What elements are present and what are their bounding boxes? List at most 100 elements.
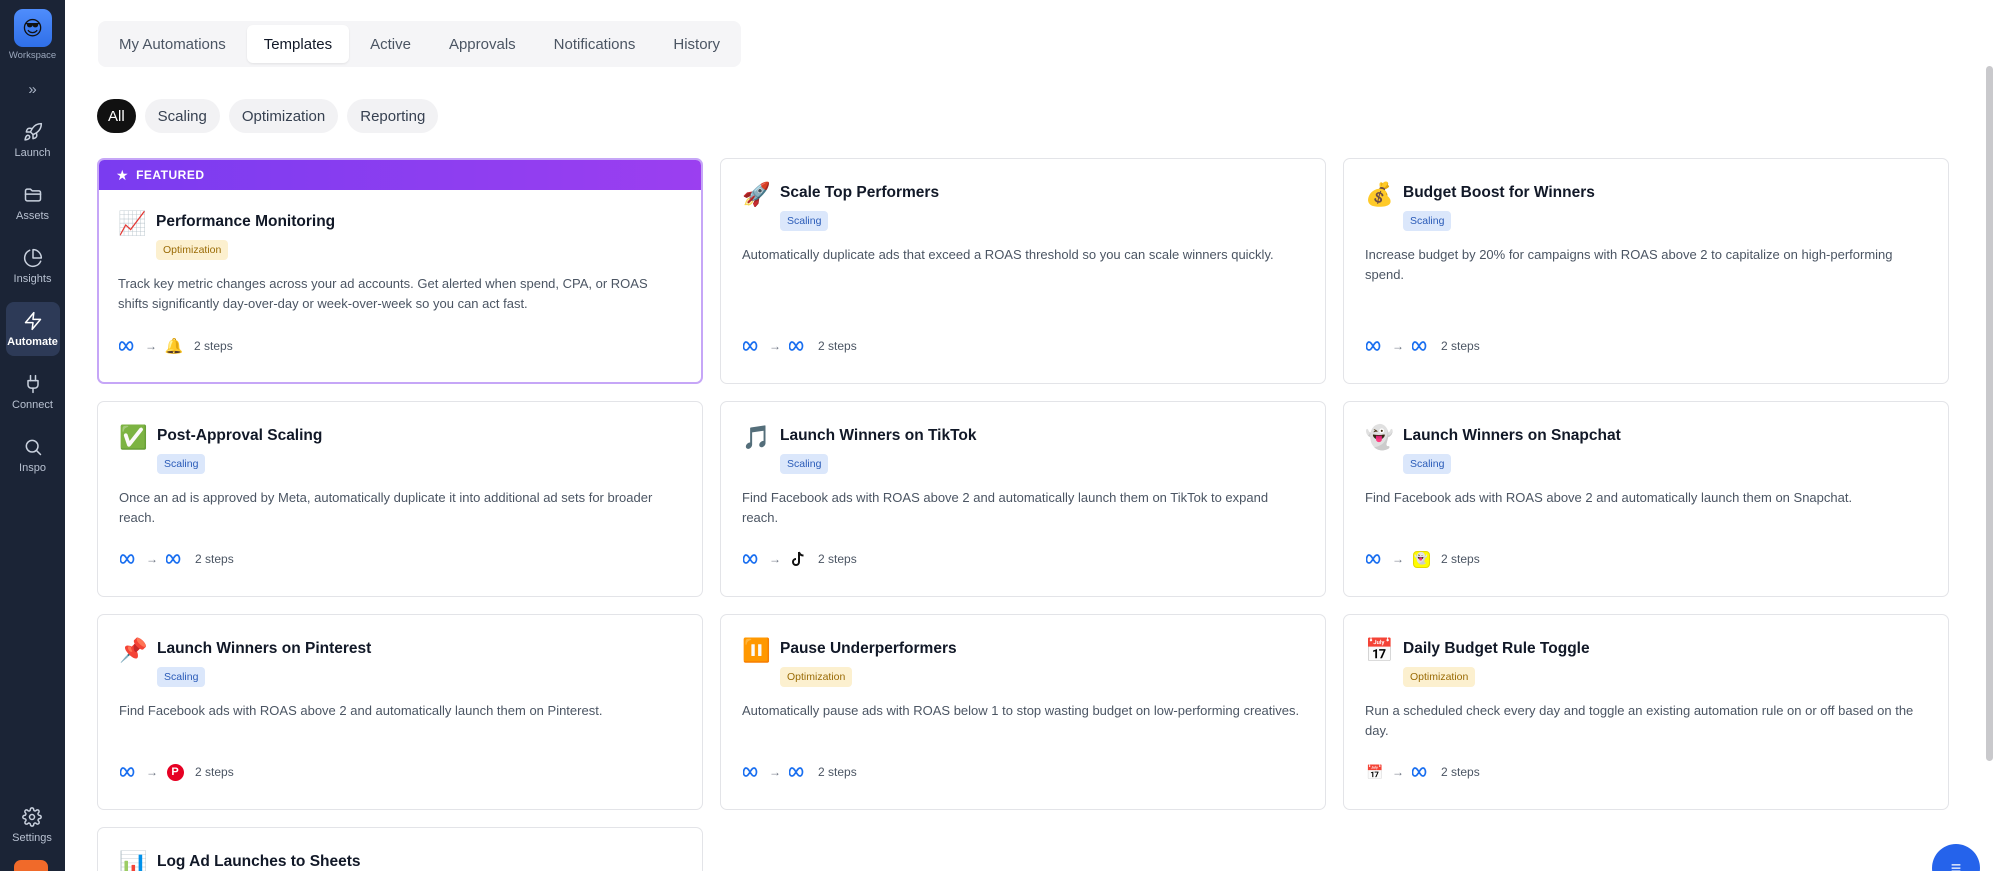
template-description: Find Facebook ads with ROAS above 2 and … xyxy=(742,490,1269,525)
filter-reporting[interactable]: Reporting xyxy=(347,99,439,133)
featured-label: FEATURED xyxy=(136,168,205,182)
arrow-right-icon: → xyxy=(1392,765,1404,779)
template-flow: → P 2 steps xyxy=(119,762,234,782)
arrow-right-icon: → xyxy=(769,339,781,353)
template-title: Launch Winners on TikTok xyxy=(780,427,977,444)
template-title: Daily Budget Rule Toggle xyxy=(1403,640,1590,657)
meta-icon xyxy=(118,336,138,356)
filter-all[interactable]: All xyxy=(97,99,136,133)
nav-connect[interactable]: Connect xyxy=(6,365,60,419)
step-count: 2 steps xyxy=(195,552,234,566)
template-card[interactable]: 📅 Daily Budget Rule Toggle Optimization Run… xyxy=(1343,614,1949,810)
tab-templates[interactable]: Templates xyxy=(246,25,350,63)
template-title: Launch Winners on Snapchat xyxy=(1403,427,1621,444)
template-description: Automatically pause ads with ROAS below … xyxy=(742,703,1300,718)
template-flow: → 🔔 2 steps xyxy=(118,336,233,356)
template-description: Automatically duplicate ads that exceed … xyxy=(742,247,1274,262)
star-icon: ★ xyxy=(116,166,130,183)
step-count: 2 steps xyxy=(818,339,857,353)
meta-icon xyxy=(742,336,762,356)
template-emoji-icon: 📈 xyxy=(118,210,147,236)
gear-icon xyxy=(22,806,42,827)
category-badge: Optimization xyxy=(1403,667,1476,687)
tab-my-automations[interactable]: My Automations xyxy=(102,25,243,63)
main-content: My Automations Templates Active Approval… xyxy=(65,0,1997,871)
meta-icon xyxy=(1411,336,1431,356)
template-card[interactable]: 👻 Launch Winners on Snapchat Scaling Find F… xyxy=(1343,401,1949,597)
user-avatar[interactable] xyxy=(14,860,48,871)
lightning-icon xyxy=(24,311,41,330)
template-card[interactable]: 💰 Budget Boost for Winners Scaling Increase… xyxy=(1343,158,1949,384)
tab-notifications[interactable]: Notifications xyxy=(537,25,653,63)
template-card[interactable]: 📊 Log Ad Launches to Sheets xyxy=(97,827,703,871)
step-count: 2 steps xyxy=(195,765,234,779)
sidebar: 😎 Workspace » Launch Assets Insights Aut… xyxy=(0,0,65,871)
template-description: Increase budget by 20% for campaigns wit… xyxy=(1365,247,1893,282)
chat-icon: ≡ xyxy=(1950,857,1962,871)
tab-bar: My Automations Templates Active Approval… xyxy=(98,21,742,67)
template-emoji-icon: 🎵 xyxy=(742,424,771,450)
template-title: Launch Winners on Pinterest xyxy=(157,640,372,657)
template-description: Find Facebook ads with ROAS above 2 and … xyxy=(119,703,603,718)
expand-sidebar-icon[interactable]: » xyxy=(28,80,36,100)
template-description: Find Facebook ads with ROAS above 2 and … xyxy=(1365,490,1853,505)
template-emoji-icon: 💰 xyxy=(1365,181,1394,207)
featured-banner: ★ FEATURED xyxy=(99,160,701,190)
template-card[interactable]: ✅ Post-Approval Scaling Scaling Once an ad … xyxy=(97,401,703,597)
template-emoji-icon: ⏸️ xyxy=(742,637,771,663)
nav-settings-label: Settings xyxy=(12,831,52,844)
category-badge: Scaling xyxy=(780,211,829,231)
nav-launch[interactable]: Launch xyxy=(6,113,60,167)
arrow-right-icon: → xyxy=(145,339,157,353)
nav-automate[interactable]: Automate xyxy=(5,302,60,356)
template-card[interactable]: 🎵 Launch Winners on TikTok Scaling Find Fac… xyxy=(720,401,1326,597)
workspace-label: Workspace xyxy=(8,50,57,61)
nav-automate-label: Automate xyxy=(7,335,58,348)
filter-optimization[interactable]: Optimization xyxy=(228,99,339,133)
filter-scaling[interactable]: Scaling xyxy=(144,99,220,133)
pie-chart-icon xyxy=(23,248,42,267)
template-flow: → 2 steps xyxy=(119,549,234,569)
template-flow: → 2 steps xyxy=(1365,336,1480,356)
template-card[interactable]: ★ FEATURED 📈 Performance Monitoring Optimiza… xyxy=(97,158,703,384)
meta-icon xyxy=(165,549,185,569)
template-card[interactable]: 📌 Launch Winners on Pinterest Scaling Find … xyxy=(97,614,703,810)
nav-assets-label: Assets xyxy=(15,209,49,222)
meta-icon xyxy=(788,762,808,782)
pinterest-icon: P xyxy=(165,762,185,782)
template-title: Performance Monitoring xyxy=(156,213,336,230)
template-card[interactable]: ⏸️ Pause Underperformers Optimization Autom… xyxy=(720,614,1326,810)
step-count: 2 steps xyxy=(818,765,857,779)
nav-inspo[interactable]: Inspo xyxy=(6,428,60,482)
step-count: 2 steps xyxy=(1441,552,1480,566)
template-emoji-icon: 🚀 xyxy=(742,181,771,207)
nav-connect-label: Connect xyxy=(12,398,53,411)
template-emoji-icon: 📊 xyxy=(119,850,148,871)
nav-inspo-label: Inspo xyxy=(19,461,46,474)
nav-insights[interactable]: Insights xyxy=(6,239,60,293)
scrollbar[interactable] xyxy=(1986,66,1993,761)
nav-assets[interactable]: Assets xyxy=(6,176,60,230)
template-grid: ★ FEATURED 📈 Performance Monitoring Optimiza… xyxy=(97,158,1949,871)
template-title: Log Ad Launches to Sheets xyxy=(157,853,361,870)
workspace-avatar[interactable]: 😎 xyxy=(13,9,52,47)
template-card[interactable]: 🚀 Scale Top Performers Scaling Automaticall… xyxy=(720,158,1326,384)
tab-approvals[interactable]: Approvals xyxy=(432,25,533,63)
tab-history[interactable]: History xyxy=(656,25,737,63)
template-title: Budget Boost for Winners xyxy=(1403,184,1595,201)
category-badge: Scaling xyxy=(157,454,206,474)
step-count: 2 steps xyxy=(194,339,233,353)
template-flow: → 2 steps xyxy=(742,336,857,356)
nav-settings[interactable]: Settings xyxy=(5,798,59,852)
category-badge: Scaling xyxy=(157,667,206,687)
category-badge: Optimization xyxy=(156,240,229,260)
template-flow: 📅 → 2 steps xyxy=(1365,762,1479,782)
tab-active[interactable]: Active xyxy=(353,25,428,63)
arrow-right-icon: → xyxy=(146,765,158,779)
meta-icon xyxy=(119,762,139,782)
step-count: 2 steps xyxy=(818,552,857,566)
meta-icon xyxy=(1365,336,1385,356)
template-title: Post-Approval Scaling xyxy=(157,427,323,444)
arrow-right-icon: → xyxy=(769,765,781,779)
meta-icon xyxy=(1365,549,1385,569)
